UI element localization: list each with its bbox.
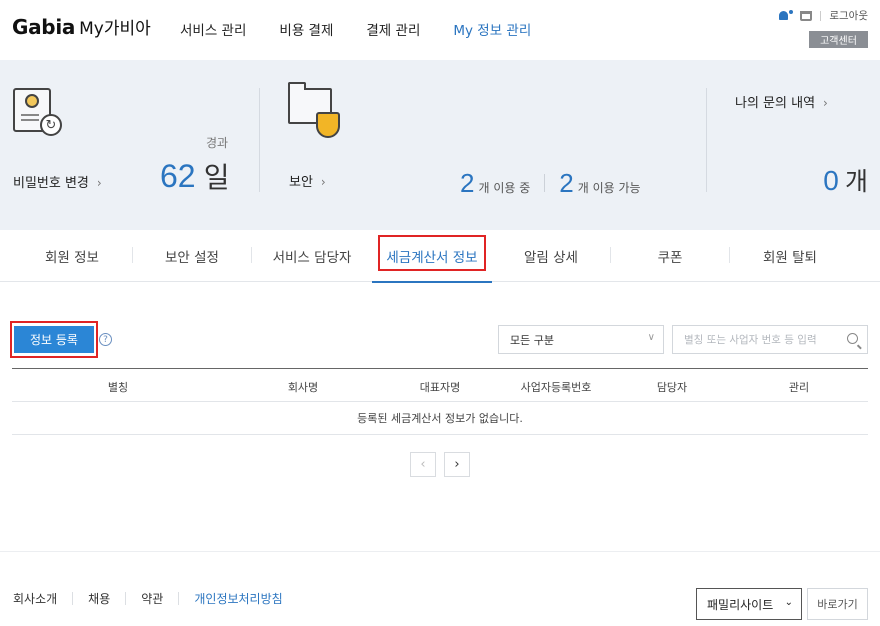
chevron-down-icon: ∨: [647, 332, 655, 343]
inquiry-count-unit: 개: [844, 167, 868, 196]
security-available-text: 개 이용 가능: [577, 181, 641, 195]
elapsed-days-unit: 일: [203, 161, 230, 194]
empty-message: 등록된 세금계산서 정보가 없습니다.: [12, 402, 868, 435]
chevron-right-icon: ›: [823, 96, 828, 110]
go-button[interactable]: 바로가기: [807, 588, 868, 620]
table-header: 별칭 회사명 대표자명 사업자등록번호 담당자 관리: [12, 368, 868, 402]
search-input[interactable]: [684, 333, 844, 346]
security-label: 보안: [289, 175, 313, 190]
footer-link-careers[interactable]: 채용: [88, 590, 110, 607]
nav-cost-payment[interactable]: 비용 결제: [279, 19, 333, 39]
logo-brand: Gabia: [12, 15, 76, 39]
tab-notification-details[interactable]: 알림 상세: [492, 230, 610, 282]
password-change-link[interactable]: 비밀번호 변경 ›: [13, 172, 102, 191]
elapsed-days: 62 일: [160, 156, 230, 196]
support-center-button[interactable]: 고객센터: [809, 31, 868, 48]
cart-icon[interactable]: [800, 10, 813, 21]
tab-coupons[interactable]: 쿠폰: [611, 230, 729, 282]
register-info-button[interactable]: 정보 등록: [14, 326, 94, 353]
search-icon[interactable]: [847, 333, 858, 344]
chevron-down-icon: ⌄: [784, 597, 793, 608]
security-available-count: 2: [559, 168, 574, 198]
inquiry-count-value: 0: [823, 165, 839, 196]
category-select-value: 모든 구분: [510, 333, 554, 347]
inquiry-history-link[interactable]: 나의 문의 내역 ›: [735, 92, 828, 111]
tab-tax-invoice-info[interactable]: 세금계산서 정보: [372, 230, 492, 283]
column-business-number: 사업자등록번호: [520, 381, 592, 394]
inquiry-history-label: 나의 문의 내역: [735, 96, 816, 111]
inquiry-card: 나의 문의 내역 › 0 개: [707, 60, 880, 230]
security-link[interactable]: 보안 ›: [289, 171, 326, 190]
nav-service-management[interactable]: 서비스 관리: [180, 19, 246, 39]
elapsed-caption: 경과: [206, 136, 229, 150]
main-nav: 서비스 관리 비용 결제 결제 관리 My 정보 관리: [180, 19, 564, 39]
security-in-use-text: 개 이용 중: [478, 181, 531, 195]
footer-link-terms[interactable]: 약관: [141, 590, 163, 607]
security-in-use-count: 2: [460, 168, 475, 198]
search-field: [672, 325, 868, 354]
column-manager: 담당자: [656, 381, 688, 394]
elapsed-days-value: 62: [160, 158, 196, 194]
column-alias: 별칭: [107, 381, 129, 394]
account-summary: ↻ 비밀번호 변경 › 경과 62 일 보안 › 2 개 이용 중 2 개 이용 가…: [0, 60, 880, 230]
notification-bell-icon[interactable]: [778, 9, 795, 22]
column-company: 회사명: [287, 381, 319, 394]
tab-service-manager[interactable]: 서비스 담당자: [252, 230, 372, 282]
footer-links: 회사소개 채용 약관 개인정보처리방침: [13, 590, 283, 607]
utility-bar: 로그아웃: [778, 8, 868, 23]
nav-payment-management[interactable]: 결제 관리: [366, 19, 420, 39]
inquiry-count: 0 개: [823, 162, 868, 198]
column-manage: 관리: [788, 381, 810, 394]
nav-my-info-management[interactable]: My 정보 관리: [453, 19, 531, 39]
top-header: Gabia My가비아 서비스 관리 비용 결제 결제 관리 My 정보 관리 로…: [0, 0, 880, 60]
prev-page-button[interactable]: ‹: [410, 452, 436, 477]
tab-member-info[interactable]: 회원 정보: [12, 230, 132, 282]
family-site-select[interactable]: 패밀리사이트 ⌄: [696, 588, 802, 620]
security-card: 보안 › 2 개 이용 중 2 개 이용 가능: [260, 60, 704, 230]
logout-link[interactable]: 로그아웃: [829, 8, 868, 23]
footer-divider: [0, 551, 880, 552]
family-site-value: 패밀리사이트: [707, 597, 774, 612]
footer-link-company[interactable]: 회사소개: [13, 590, 57, 607]
category-select[interactable]: 모든 구분 ∨: [498, 325, 664, 354]
logo-suffix: My가비아: [79, 19, 151, 39]
column-representative: 대표자명: [419, 381, 461, 394]
password-change-label: 비밀번호 변경: [13, 176, 89, 191]
chevron-right-icon: ›: [320, 175, 326, 189]
tax-invoice-table: 별칭 회사명 대표자명 사업자등록번호 담당자 관리 등록된 세금계산서 정보가…: [12, 368, 868, 435]
security-counts: 2 개 이용 중 2 개 이용 가능: [460, 168, 641, 199]
password-card: 비밀번호 변경 › 경과 62 일: [0, 60, 258, 230]
chevron-right-icon: ›: [96, 176, 102, 190]
next-page-button[interactable]: ›: [444, 452, 470, 477]
tab-security-settings[interactable]: 보안 설정: [133, 230, 251, 282]
footer-link-privacy[interactable]: 개인정보처리방침: [194, 590, 282, 607]
help-icon[interactable]: ?: [99, 333, 112, 346]
tab-withdraw-membership[interactable]: 회원 탈퇴: [730, 230, 850, 282]
info-tabs: 회원 정보 보안 설정 서비스 담당자 세금계산서 정보 알림 상세 쿠폰 회원…: [0, 230, 880, 283]
gabia-logo[interactable]: Gabia My가비아: [12, 14, 151, 39]
